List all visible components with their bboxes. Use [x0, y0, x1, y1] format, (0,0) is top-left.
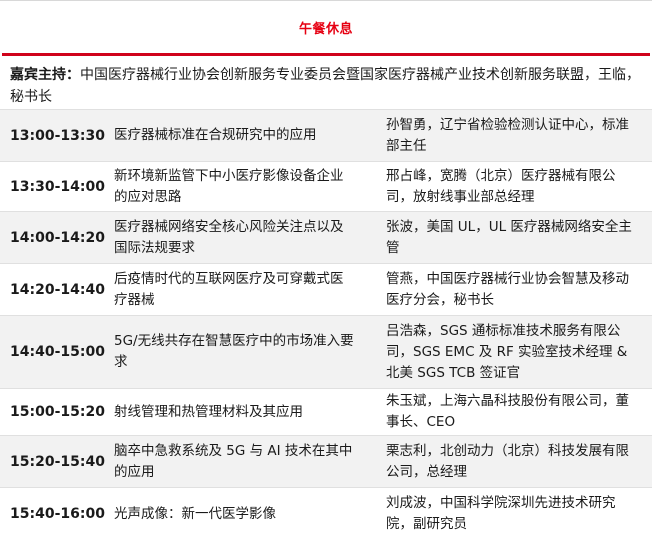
session-topic: 后疫情时代的互联网医疗及可穿戴式医疗器械	[114, 270, 344, 308]
host-text: 中国医疗器械行业协会创新服务专业委员会暨国家医疗器械产业技术创新服务联盟，王临，…	[10, 67, 640, 105]
session-topic: 5G/无线共存在智慧医疗中的市场准入要求	[114, 333, 354, 370]
session-topic: 脑卒中急救系统及 5G 与 AI 技术在其中的应用	[114, 442, 353, 480]
session-time: 14:20-14:40	[10, 281, 105, 298]
session-speaker: 管燕，中国医疗器械行业协会智慧及移动医疗分会，秘书长	[386, 270, 629, 308]
session-time: 14:40-15:00	[10, 344, 105, 360]
session-topic: 新环境新监管下中小医疗影像设备企业的应对思路	[114, 167, 344, 205]
schedule-row: 14:20-14:40 后疫情时代的互联网医疗及可穿戴式医疗器械 管燕，中国医疗…	[0, 264, 652, 316]
session-speaker: 邢占峰，宽腾（北京）医疗器械有限公司，放射线事业部总经理	[386, 167, 616, 205]
session-time: 15:20-15:40	[10, 453, 105, 470]
session-speaker: 朱玉斌，上海六晶科技股份有限公司，董事长、CEO	[386, 393, 629, 430]
session-time: 15:00-15:20	[10, 404, 105, 420]
schedule-row: 13:30-14:00 新环境新监管下中小医疗影像设备企业的应对思路 邢占峰，宽…	[0, 162, 652, 212]
schedule-row: 15:20-15:40 脑卒中急救系统及 5G 与 AI 技术在其中的应用 栗志…	[0, 436, 652, 488]
schedule-row: 15:40-16:00 光声成像：新一代医学影像 刘成波，中国科学院深圳先进技术…	[0, 488, 652, 540]
session-time: 14:00-14:20	[10, 229, 105, 246]
session-speaker: 刘成波，中国科学院深圳先进技术研究院，副研究员	[386, 495, 616, 532]
session-topic: 射线管理和热管理材料及其应用	[114, 403, 303, 420]
session-topic: 医疗器械网络安全核心风险关注点以及国际法规要求	[114, 218, 344, 256]
session-topic: 医疗器械标准在合规研究中的应用	[114, 127, 317, 143]
host-label: 嘉宾主持：	[10, 67, 80, 83]
break-title: 午餐休息	[298, 21, 353, 37]
session-time: 13:30-14:00	[10, 178, 105, 195]
break-banner: 午餐休息	[0, 0, 652, 53]
session-speaker: 栗志利，北创动力（北京）科技发展有限公司，总经理	[386, 442, 629, 480]
session-topic: 光声成像：新一代医学影像	[114, 505, 276, 522]
schedule-row: 14:40-15:00 5G/无线共存在智慧医疗中的市场准入要求 吕浩森，SGS…	[0, 316, 652, 389]
schedule-row: 13:00-13:30 医疗器械标准在合规研究中的应用 孙智勇，辽宁省检验检测认…	[0, 110, 652, 162]
session-speaker: 吕浩森，SGS 通标标准技术服务有限公司，SGS EMC 及 RF 实验室技术经…	[386, 322, 628, 381]
agenda-page: 午餐休息 嘉宾主持：中国医疗器械行业协会创新服务专业委员会暨国家医疗器械产业技术…	[0, 0, 652, 545]
session-speaker: 张波，美国 UL，UL 医疗器械网络安全主管	[386, 218, 632, 256]
session-speaker: 孙智勇，辽宁省检验检测认证中心，标准部主任	[386, 116, 629, 154]
schedule-table: 13:00-13:30 医疗器械标准在合规研究中的应用 孙智勇，辽宁省检验检测认…	[0, 110, 652, 540]
session-time: 13:00-13:30	[10, 127, 105, 144]
host-line: 嘉宾主持：中国医疗器械行业协会创新服务专业委员会暨国家医疗器械产业技术创新服务联…	[0, 56, 652, 110]
schedule-row: 14:00-14:20 医疗器械网络安全核心风险关注点以及国际法规要求 张波，美…	[0, 212, 652, 264]
schedule-row: 15:00-15:20 射线管理和热管理材料及其应用 朱玉斌，上海六晶科技股份有…	[0, 389, 652, 436]
session-time: 15:40-16:00	[10, 506, 105, 522]
